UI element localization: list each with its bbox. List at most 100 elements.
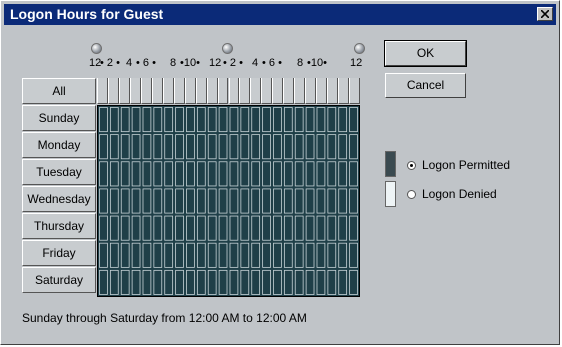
hour-cell[interactable]	[262, 134, 271, 160]
hour-cell[interactable]	[142, 269, 152, 295]
hour-cell[interactable]	[142, 161, 152, 187]
hour-cell[interactable]	[207, 188, 217, 214]
hour-column-button[interactable]	[261, 78, 273, 104]
hour-cell[interactable]	[196, 161, 206, 187]
hour-cell[interactable]	[142, 107, 152, 133]
hour-cell[interactable]	[273, 161, 282, 187]
hour-cell[interactable]	[164, 188, 174, 214]
hour-cell[interactable]	[153, 134, 163, 160]
hour-cell[interactable]	[283, 161, 293, 187]
hour-cell[interactable]	[229, 215, 239, 241]
hour-cell[interactable]	[131, 107, 141, 133]
hour-cell[interactable]	[164, 215, 174, 241]
hour-cell[interactable]	[251, 269, 261, 295]
hour-cell[interactable]	[327, 269, 337, 295]
hour-cell[interactable]	[164, 134, 174, 160]
day-button-friday[interactable]: Friday	[22, 240, 96, 266]
hour-cell[interactable]	[316, 107, 326, 133]
hour-cell[interactable]	[196, 242, 206, 268]
hour-cell[interactable]	[240, 188, 250, 214]
hour-cell[interactable]	[240, 269, 250, 295]
hour-cell[interactable]	[262, 215, 271, 241]
hour-cell[interactable]	[164, 107, 174, 133]
hour-cell[interactable]	[338, 107, 348, 133]
day-button-tuesday[interactable]: Tuesday	[22, 159, 96, 185]
hour-cell[interactable]	[251, 215, 261, 241]
hour-cell[interactable]	[349, 242, 358, 268]
hour-cell[interactable]	[196, 188, 206, 214]
hour-cell[interactable]	[175, 215, 184, 241]
hour-cell[interactable]	[218, 242, 228, 268]
hour-cell[interactable]	[327, 188, 337, 214]
hour-cell[interactable]	[142, 188, 152, 214]
logon-permitted-radio[interactable]: Logon Permitted	[407, 158, 510, 172]
hour-cell[interactable]	[131, 134, 141, 160]
hour-cell[interactable]	[294, 242, 304, 268]
hour-cell[interactable]	[207, 107, 217, 133]
hour-cell[interactable]	[196, 269, 206, 295]
hour-cell[interactable]	[175, 188, 184, 214]
day-button-monday[interactable]: Monday	[22, 132, 96, 158]
hour-cell[interactable]	[229, 242, 239, 268]
hour-cell[interactable]	[99, 215, 108, 241]
hour-cell[interactable]	[207, 215, 217, 241]
hour-cell[interactable]	[251, 107, 261, 133]
time-marker-knob-midnight-start[interactable]	[91, 43, 102, 54]
hour-cell[interactable]	[338, 188, 348, 214]
hour-cell[interactable]	[327, 161, 337, 187]
hour-cell[interactable]	[240, 161, 250, 187]
hour-cell[interactable]	[164, 161, 174, 187]
hour-cell[interactable]	[294, 215, 304, 241]
hour-cell[interactable]	[283, 269, 293, 295]
hour-cell[interactable]	[251, 188, 261, 214]
hour-cell[interactable]	[120, 107, 130, 133]
day-button-thursday[interactable]: Thursday	[22, 213, 96, 239]
hour-cell[interactable]	[109, 188, 119, 214]
hour-column-button[interactable]	[338, 78, 350, 104]
hour-column-button[interactable]	[97, 78, 108, 104]
hour-cell[interactable]	[218, 215, 228, 241]
hour-cell[interactable]	[142, 215, 152, 241]
hour-cell[interactable]	[207, 134, 217, 160]
hour-column-button[interactable]	[316, 78, 328, 104]
hour-cell[interactable]	[142, 242, 152, 268]
hour-cell[interactable]	[186, 242, 195, 268]
hour-cell[interactable]	[316, 242, 326, 268]
hour-cell[interactable]	[99, 188, 108, 214]
hour-cell[interactable]	[109, 107, 119, 133]
hour-cell[interactable]	[349, 134, 358, 160]
hour-cell[interactable]	[273, 134, 282, 160]
hour-cell[interactable]	[273, 269, 282, 295]
hour-cell[interactable]	[175, 269, 184, 295]
hour-column-button[interactable]	[162, 78, 174, 104]
hour-cell[interactable]	[153, 161, 163, 187]
hour-cell[interactable]	[153, 188, 163, 214]
hour-cell[interactable]	[338, 242, 348, 268]
hour-cell[interactable]	[262, 107, 271, 133]
hour-cell[interactable]	[207, 269, 217, 295]
hour-cell[interactable]	[186, 161, 195, 187]
hour-cell[interactable]	[338, 215, 348, 241]
hour-cell[interactable]	[338, 161, 348, 187]
hour-cell[interactable]	[251, 134, 261, 160]
hour-cell[interactable]	[99, 134, 108, 160]
hour-cell[interactable]	[229, 107, 239, 133]
hour-cell[interactable]	[316, 161, 326, 187]
hour-cell[interactable]	[316, 269, 326, 295]
hour-cell[interactable]	[131, 161, 141, 187]
hour-column-button[interactable]	[140, 78, 152, 104]
hour-cell[interactable]	[196, 134, 206, 160]
hour-cell[interactable]	[153, 107, 163, 133]
hour-column-button[interactable]	[217, 78, 229, 104]
hour-column-button[interactable]	[173, 78, 185, 104]
hour-cell[interactable]	[175, 134, 184, 160]
hour-cell[interactable]	[305, 161, 315, 187]
hour-cell[interactable]	[207, 242, 217, 268]
hour-cell[interactable]	[120, 134, 130, 160]
hour-cell[interactable]	[283, 215, 293, 241]
close-button[interactable]	[537, 7, 553, 21]
hour-cell[interactable]	[327, 134, 337, 160]
ok-button[interactable]: OK	[384, 40, 467, 67]
hour-cell[interactable]	[283, 107, 293, 133]
hour-cell[interactable]	[153, 242, 163, 268]
